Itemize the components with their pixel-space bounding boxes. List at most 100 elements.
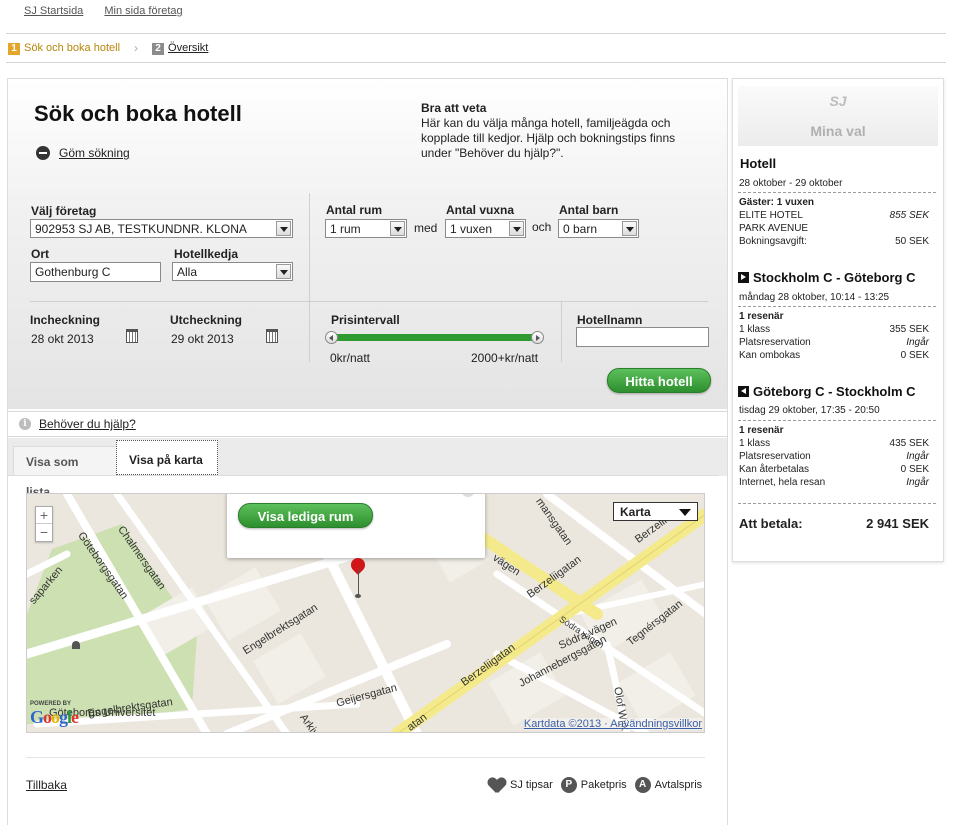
arrow-left-icon bbox=[738, 386, 749, 397]
find-hotel-button[interactable]: Hitta hotell bbox=[607, 368, 711, 393]
top-navigation: SJ Startsida Min sida företag bbox=[24, 5, 201, 17]
trip1-route: Stockholm C - Göteborg C bbox=[753, 270, 916, 285]
seat-value: Ingår bbox=[906, 337, 929, 348]
divider bbox=[561, 302, 562, 362]
class-price: 435 SEK bbox=[889, 438, 929, 449]
children-select[interactable]: 0 barn bbox=[558, 219, 639, 238]
hotel-heading: Hotell bbox=[740, 156, 777, 171]
refund-label: Kan återbetalas bbox=[739, 464, 810, 475]
refund-value: 0 SEK bbox=[900, 464, 929, 475]
page-title: Sök och boka hotell bbox=[34, 101, 242, 126]
adults-label: Antal vuxna bbox=[446, 203, 515, 217]
with-text: med bbox=[414, 221, 438, 235]
checkout-value[interactable]: 29 okt 2013 bbox=[171, 332, 234, 346]
hotel-guests: Gäster: 1 vuxen bbox=[739, 197, 815, 208]
booking-fee-row: Bokningsavgift: 50 SEK bbox=[739, 236, 929, 247]
price-legend: SJ tipsar P Paketpris A Avtalspris bbox=[488, 777, 710, 793]
rebook-label: Kan ombokas bbox=[739, 350, 801, 361]
close-icon[interactable] bbox=[461, 494, 475, 497]
hotelname-input[interactable] bbox=[576, 327, 709, 347]
adults-select[interactable]: 1 vuxen bbox=[445, 219, 526, 238]
map-credit-link[interactable]: Kartdata ©2013 · Användningsvillkor bbox=[523, 718, 702, 730]
tips-text: Här kan du välja många hotell, familjeäg… bbox=[421, 116, 676, 160]
chevron-down-icon bbox=[622, 221, 637, 236]
hotelname-label: Hotellnamn bbox=[577, 313, 643, 327]
legend-package: P Paketpris bbox=[560, 777, 627, 793]
calendar-icon[interactable] bbox=[266, 329, 278, 343]
total-row: Att betala: 2 941 SEK bbox=[739, 516, 929, 531]
hotel-name: ELITE HOTEL bbox=[739, 210, 803, 221]
trip2-date: tisdag 29 oktober, 17:35 - 20:50 bbox=[739, 405, 880, 416]
help-row[interactable]: i Behöver du hjälp? bbox=[8, 411, 727, 437]
zoom-in-button[interactable]: + bbox=[36, 507, 52, 524]
divider bbox=[8, 475, 718, 476]
hotel-dates: 28 oktober - 29 oktober bbox=[739, 178, 843, 189]
step-search[interactable]: 1 Sök och boka hotell bbox=[8, 42, 120, 55]
rebook-value: 0 SEK bbox=[900, 350, 929, 361]
chain-label: Hotellkedja bbox=[174, 247, 239, 261]
class-label: 1 klass bbox=[739, 324, 771, 335]
step-number: 2 bbox=[152, 42, 165, 55]
checkin-value[interactable]: 28 okt 2013 bbox=[31, 332, 94, 346]
legend-label: Avtalspris bbox=[654, 779, 703, 791]
company-label: Välj företag bbox=[31, 204, 97, 218]
class-price: 355 SEK bbox=[889, 324, 929, 335]
google-wordmark: Google bbox=[30, 707, 79, 727]
trip1-date: måndag 28 oktober, 10:14 - 13:25 bbox=[739, 292, 890, 303]
calendar-icon[interactable] bbox=[126, 329, 138, 343]
zoom-out-button[interactable]: − bbox=[36, 524, 52, 541]
chevron-down-icon bbox=[509, 221, 524, 236]
trip1-rebook-row: Kan ombokas 0 SEK bbox=[739, 350, 929, 361]
tab-map[interactable]: Visa på karta bbox=[116, 440, 218, 475]
map-view[interactable]: Chalmersgatan Göteborgsgatan saparken En… bbox=[26, 493, 705, 733]
trip2-heading: Göteborg C - Stockholm C bbox=[738, 384, 916, 399]
divider bbox=[738, 192, 936, 193]
rooms-select[interactable]: 1 rum bbox=[325, 219, 407, 238]
fee-value: 50 SEK bbox=[895, 236, 929, 247]
divider bbox=[26, 757, 705, 758]
divider bbox=[738, 306, 936, 307]
p-badge-icon: P bbox=[560, 777, 577, 793]
divider bbox=[6, 33, 946, 34]
trip1-class-row: 1 klass 355 SEK bbox=[739, 324, 929, 335]
hide-search-link[interactable]: Göm sökning bbox=[36, 146, 130, 160]
slider-handle-max[interactable] bbox=[531, 331, 544, 344]
hotel-name-row: ELITE HOTEL 855 SEK bbox=[739, 210, 929, 221]
company-select[interactable]: 902953 SJ AB, TESTKUNDNR. KLONA bbox=[30, 219, 293, 238]
back-link[interactable]: Tillbaka bbox=[26, 778, 67, 792]
step-overview[interactable]: 2 Översikt bbox=[152, 42, 208, 55]
price-slider-track[interactable] bbox=[334, 334, 536, 341]
show-rooms-button[interactable]: Visa lediga rum bbox=[238, 503, 373, 528]
tab-list[interactable]: Visa som lista bbox=[13, 446, 117, 499]
sj-home-link[interactable]: SJ Startsida bbox=[24, 5, 83, 17]
map-type-select[interactable]: Karta bbox=[613, 502, 698, 521]
total-value: 2 941 SEK bbox=[866, 516, 929, 531]
step-label: Översikt bbox=[168, 41, 209, 54]
marker-stick bbox=[358, 569, 359, 596]
rooms-label: Antal rum bbox=[326, 203, 383, 217]
tips-box: Bra att veta Här kan du välja många hote… bbox=[421, 101, 701, 161]
checkin-label: Incheckning bbox=[30, 313, 101, 327]
slider-handle-min[interactable] bbox=[325, 331, 338, 344]
trip1-seat-row: Platsreservation Ingår bbox=[739, 337, 929, 348]
trip2-seat-row: Platsreservation Ingår bbox=[739, 451, 929, 462]
price-max: 2000+kr/natt bbox=[471, 351, 539, 365]
help-label: Behöver du hjälp? bbox=[39, 417, 136, 431]
my-page-link[interactable]: Min sida företag bbox=[104, 5, 182, 17]
class-label: 1 klass bbox=[739, 438, 771, 449]
seat-label: Platsreservation bbox=[739, 451, 811, 462]
city-input[interactable]: Gothenburg C bbox=[30, 262, 161, 282]
university-icon bbox=[72, 641, 80, 649]
chevron-down-icon bbox=[276, 264, 291, 279]
chain-select[interactable]: Alla bbox=[172, 262, 293, 281]
trip1-heading: Stockholm C - Göteborg C bbox=[738, 270, 916, 285]
divider bbox=[30, 301, 708, 302]
rooms-value: 1 rum bbox=[330, 222, 361, 236]
divider bbox=[738, 503, 936, 504]
step-label: Sök och boka hotell bbox=[24, 41, 121, 54]
chevron-down-icon bbox=[390, 221, 405, 236]
chevron-down-icon bbox=[276, 221, 291, 236]
hotel-name-line2: PARK AVENUE bbox=[739, 223, 809, 234]
divider bbox=[6, 62, 946, 63]
hide-search-label: Göm sökning bbox=[59, 146, 130, 160]
